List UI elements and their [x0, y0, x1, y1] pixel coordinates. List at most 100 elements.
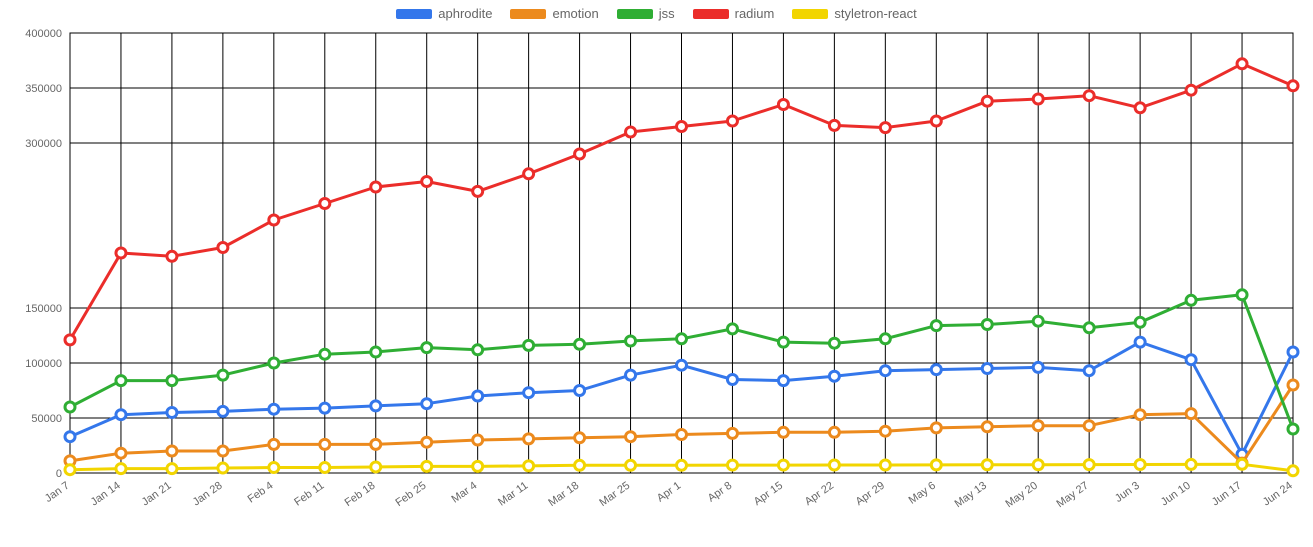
data-point[interactable]: [1135, 460, 1145, 470]
data-point[interactable]: [1237, 459, 1247, 469]
data-point[interactable]: [982, 460, 992, 470]
data-point[interactable]: [269, 463, 279, 473]
data-point[interactable]: [320, 439, 330, 449]
data-point[interactable]: [473, 186, 483, 196]
data-point[interactable]: [931, 321, 941, 331]
data-point[interactable]: [218, 406, 228, 416]
data-point[interactable]: [727, 116, 737, 126]
data-point[interactable]: [880, 123, 890, 133]
data-point[interactable]: [116, 410, 126, 420]
data-point[interactable]: [1135, 317, 1145, 327]
data-point[interactable]: [1186, 85, 1196, 95]
data-point[interactable]: [626, 370, 636, 380]
data-point[interactable]: [1237, 59, 1247, 69]
data-point[interactable]: [371, 347, 381, 357]
data-point[interactable]: [880, 366, 890, 376]
legend-item-jss[interactable]: jss: [617, 6, 675, 21]
data-point[interactable]: [167, 446, 177, 456]
data-point[interactable]: [575, 433, 585, 443]
data-point[interactable]: [1033, 460, 1043, 470]
data-point[interactable]: [575, 339, 585, 349]
data-point[interactable]: [1033, 94, 1043, 104]
data-point[interactable]: [524, 388, 534, 398]
data-point[interactable]: [982, 422, 992, 432]
data-point[interactable]: [1135, 103, 1145, 113]
data-point[interactable]: [371, 439, 381, 449]
data-point[interactable]: [677, 460, 687, 470]
data-point[interactable]: [218, 243, 228, 253]
legend-item-radium[interactable]: radium: [693, 6, 775, 21]
legend-item-aphrodite[interactable]: aphrodite: [396, 6, 492, 21]
data-point[interactable]: [575, 386, 585, 396]
data-point[interactable]: [829, 120, 839, 130]
data-point[interactable]: [218, 370, 228, 380]
data-point[interactable]: [65, 432, 75, 442]
data-point[interactable]: [727, 460, 737, 470]
data-point[interactable]: [371, 462, 381, 472]
data-point[interactable]: [931, 116, 941, 126]
data-point[interactable]: [1288, 81, 1298, 91]
data-point[interactable]: [931, 423, 941, 433]
data-point[interactable]: [524, 434, 534, 444]
data-point[interactable]: [880, 334, 890, 344]
data-point[interactable]: [931, 460, 941, 470]
data-point[interactable]: [320, 403, 330, 413]
data-point[interactable]: [778, 460, 788, 470]
data-point[interactable]: [1237, 290, 1247, 300]
data-point[interactable]: [626, 460, 636, 470]
data-point[interactable]: [677, 122, 687, 132]
data-point[interactable]: [524, 169, 534, 179]
data-point[interactable]: [1186, 295, 1196, 305]
data-point[interactable]: [727, 428, 737, 438]
data-point[interactable]: [473, 391, 483, 401]
legend-item-emotion[interactable]: emotion: [510, 6, 598, 21]
data-point[interactable]: [727, 375, 737, 385]
data-point[interactable]: [931, 365, 941, 375]
data-point[interactable]: [473, 345, 483, 355]
data-point[interactable]: [269, 404, 279, 414]
data-point[interactable]: [626, 127, 636, 137]
data-point[interactable]: [167, 251, 177, 261]
data-point[interactable]: [778, 337, 788, 347]
data-point[interactable]: [167, 376, 177, 386]
data-point[interactable]: [1033, 362, 1043, 372]
legend-item-styletron-react[interactable]: styletron-react: [792, 6, 916, 21]
data-point[interactable]: [65, 402, 75, 412]
data-point[interactable]: [473, 461, 483, 471]
data-point[interactable]: [1186, 355, 1196, 365]
data-point[interactable]: [65, 335, 75, 345]
data-point[interactable]: [269, 439, 279, 449]
data-point[interactable]: [575, 149, 585, 159]
data-point[interactable]: [1288, 347, 1298, 357]
data-point[interactable]: [116, 248, 126, 258]
data-point[interactable]: [1135, 410, 1145, 420]
data-point[interactable]: [1135, 337, 1145, 347]
data-point[interactable]: [982, 96, 992, 106]
data-point[interactable]: [880, 460, 890, 470]
data-point[interactable]: [218, 463, 228, 473]
data-point[interactable]: [880, 426, 890, 436]
data-point[interactable]: [727, 324, 737, 334]
data-point[interactable]: [167, 408, 177, 418]
data-point[interactable]: [524, 461, 534, 471]
data-point[interactable]: [829, 427, 839, 437]
data-point[interactable]: [422, 399, 432, 409]
data-point[interactable]: [1084, 366, 1094, 376]
data-point[interactable]: [167, 464, 177, 474]
data-point[interactable]: [371, 182, 381, 192]
data-point[interactable]: [422, 461, 432, 471]
data-point[interactable]: [677, 360, 687, 370]
data-point[interactable]: [1084, 323, 1094, 333]
data-point[interactable]: [116, 464, 126, 474]
data-point[interactable]: [1084, 91, 1094, 101]
data-point[interactable]: [1084, 460, 1094, 470]
data-point[interactable]: [829, 338, 839, 348]
data-point[interactable]: [320, 199, 330, 209]
data-point[interactable]: [371, 401, 381, 411]
data-point[interactable]: [575, 460, 585, 470]
data-point[interactable]: [1033, 421, 1043, 431]
data-point[interactable]: [524, 340, 534, 350]
data-point[interactable]: [1288, 380, 1298, 390]
data-point[interactable]: [626, 432, 636, 442]
data-point[interactable]: [116, 376, 126, 386]
